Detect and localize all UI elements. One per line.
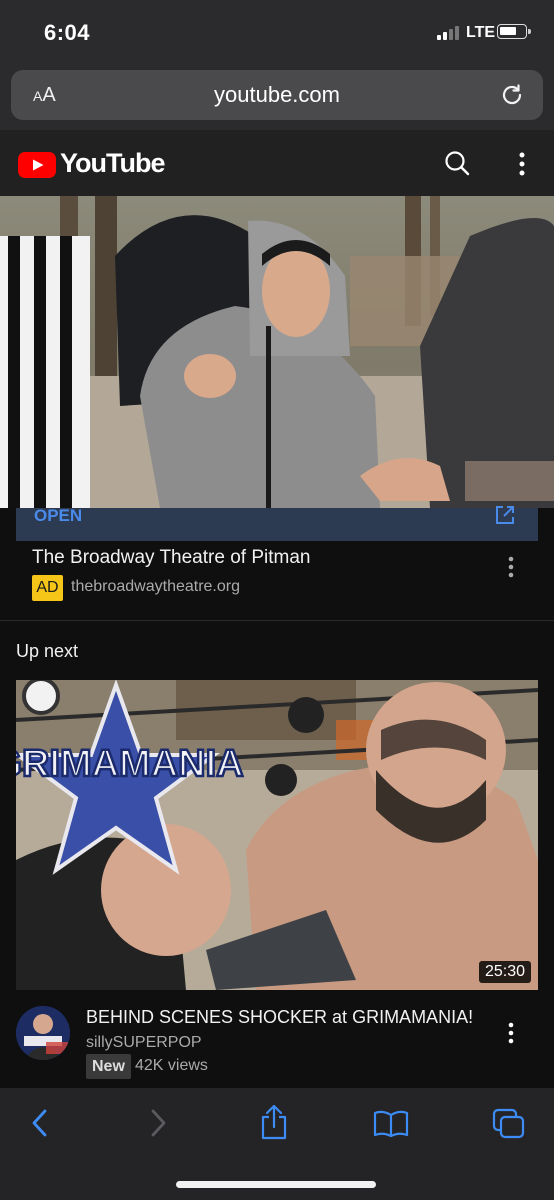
video-duration: 25:30: [478, 961, 531, 983]
more-vert-icon[interactable]: [518, 152, 526, 176]
network-label: LTE: [466, 24, 496, 41]
youtube-logo-text[interactable]: YouTube: [60, 148, 165, 179]
forward-icon[interactable]: [150, 1108, 168, 1138]
thumbnail-image: GRIMAMANIA: [16, 680, 538, 990]
tabs-icon[interactable]: [492, 1108, 526, 1140]
up-next-video-title[interactable]: BEHIND SCENES SHOCKER at GRIMAMANIA!: [86, 1007, 473, 1028]
up-next-channel-name[interactable]: sillySUPERPOP: [86, 1034, 202, 1052]
up-next-thumbnail[interactable]: GRIMAMANIA 25:30: [16, 680, 538, 990]
new-badge: New: [86, 1054, 131, 1079]
search-icon[interactable]: [444, 150, 470, 176]
status-bar: 6:04 LTE: [0, 0, 554, 66]
external-link-icon[interactable]: [494, 504, 516, 526]
thumbnail-logo-text: GRIMAMANIA: [16, 743, 244, 785]
avatar-image: [16, 1006, 70, 1060]
youtube-header: YouTube: [0, 130, 554, 196]
ad-url[interactable]: thebroadwaytheatre.org: [71, 578, 240, 596]
reload-icon[interactable]: [499, 82, 525, 108]
youtube-logo-icon[interactable]: [18, 152, 56, 178]
share-icon[interactable]: [260, 1104, 288, 1140]
url-text[interactable]: youtube.com: [11, 82, 543, 108]
up-next-heading: Up next: [16, 641, 79, 661]
ad-open-button[interactable]: OPEN: [34, 506, 82, 526]
video-more-vert-icon[interactable]: [508, 1022, 514, 1044]
ad-badge: AD: [32, 575, 63, 601]
section-divider: [0, 620, 554, 621]
ad-more-vert-icon[interactable]: [508, 556, 514, 578]
video-player[interactable]: [0, 196, 554, 508]
status-time: 6:04: [44, 20, 91, 45]
battery-icon: [497, 24, 531, 39]
home-indicator: [176, 1181, 376, 1188]
back-icon[interactable]: [30, 1108, 48, 1138]
bookmarks-icon[interactable]: [373, 1110, 409, 1138]
ad-title[interactable]: The Broadway Theatre of Pitman: [32, 547, 310, 569]
ad-cta-card[interactable]: OPEN: [16, 506, 538, 541]
view-count: 42K views: [135, 1057, 208, 1074]
video-frame-image: [0, 196, 554, 508]
address-bar[interactable]: AA youtube.com: [11, 70, 543, 120]
channel-avatar[interactable]: [16, 1006, 70, 1060]
safari-address-area: AA youtube.com: [0, 66, 554, 130]
signal-icon: [437, 26, 459, 40]
